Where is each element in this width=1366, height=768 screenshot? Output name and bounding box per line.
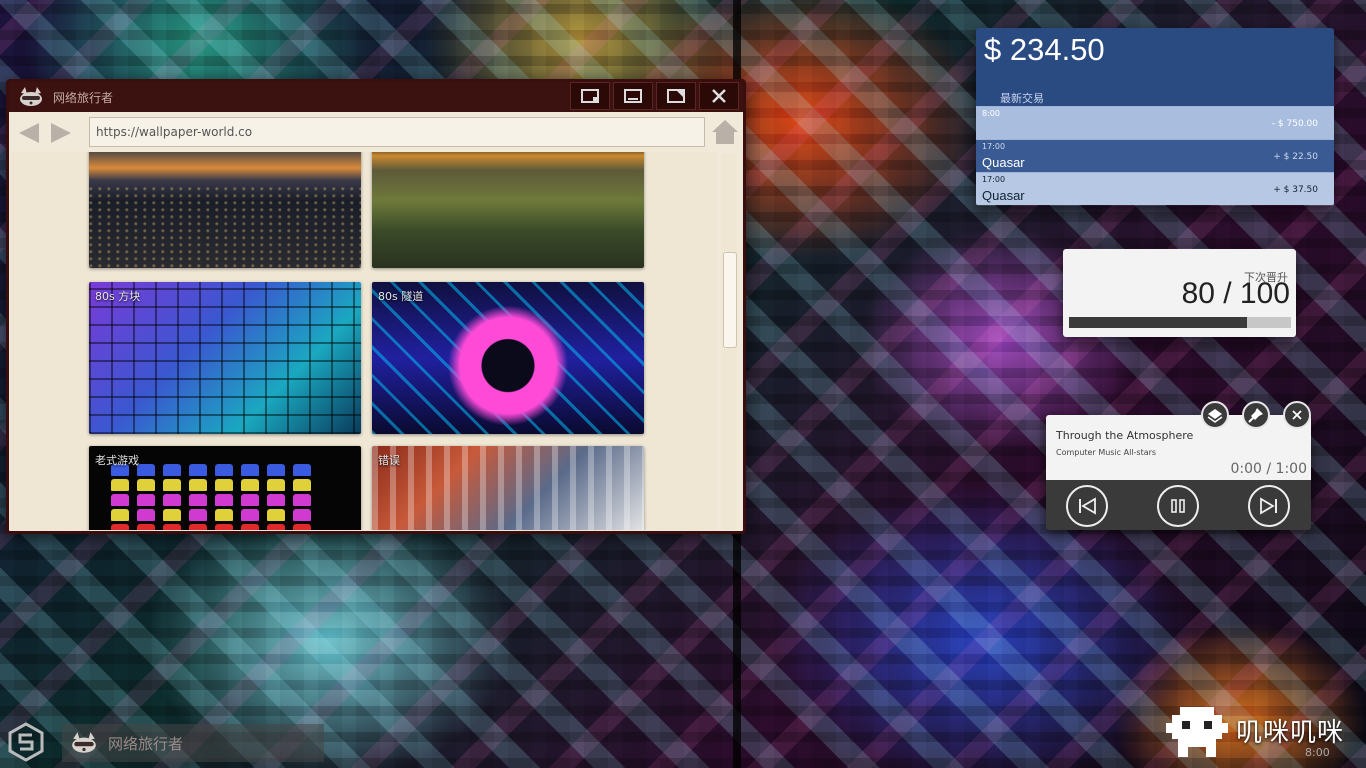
back-button[interactable]	[11, 118, 45, 148]
wallpaper-gallery: 80s 方块 80s 隧道 老式游戏 错误	[11, 152, 717, 530]
pause-button[interactable]	[1157, 485, 1199, 527]
close-icon	[1292, 410, 1302, 420]
transaction-row: 8:00 - $ 750.00	[976, 106, 1334, 139]
scrollbar-thumb[interactable]	[723, 252, 737, 348]
transaction-time: 8:00	[982, 109, 1000, 118]
promotion-progress-fill	[1069, 317, 1247, 328]
transaction-name: Quasar	[982, 188, 1025, 203]
skip-forward-icon	[1260, 497, 1277, 515]
track-time: 0:00 / 1:00	[1230, 461, 1308, 477]
transaction-row: 17:00 Quasar + $ 22.50	[976, 139, 1334, 172]
raccoon-icon	[70, 732, 98, 754]
close-button[interactable]	[699, 82, 739, 110]
start-menu-button[interactable]	[6, 722, 46, 762]
restore-icon	[581, 89, 599, 103]
pause-icon	[1171, 499, 1185, 513]
transaction-time: 17:00	[982, 142, 1006, 151]
transaction-amount: + $ 37.50	[1273, 185, 1318, 195]
url-input[interactable]	[89, 117, 705, 147]
wallpaper-tile-80s-blocks[interactable]: 80s 方块	[89, 282, 361, 434]
minimize-icon	[624, 89, 642, 103]
close-icon	[712, 89, 726, 103]
maximize-button[interactable]	[656, 82, 696, 110]
wallpaper-tile-error[interactable]: 错误	[372, 446, 644, 530]
browser-title: 网络旅行者	[53, 90, 114, 105]
home-icon	[712, 120, 738, 144]
wallet-widget: $ 234.50 最新交易 8:00 - $ 750.00 17:00 Quas…	[976, 28, 1334, 206]
browser-window: 网络旅行者 https://wallpaper-world.co 80s 方块 …	[6, 79, 746, 534]
player-close-button[interactable]	[1283, 401, 1311, 429]
space-invaders-art	[111, 464, 341, 530]
promotion-progress-bar	[1069, 317, 1291, 328]
tile-label: 错误	[378, 454, 400, 467]
arrow-left-icon	[19, 123, 39, 143]
maximize-icon	[667, 89, 685, 103]
system-logo-icon	[8, 722, 44, 762]
minimize-button[interactable]	[613, 82, 653, 110]
tile-label: 80s 方块	[95, 290, 141, 303]
transaction-name: Quasar	[982, 155, 1025, 170]
wallpaper-tile-retro-games[interactable]: 老式游戏	[89, 446, 361, 530]
pin-button[interactable]	[1242, 401, 1270, 429]
transaction-amount: - $ 750.00	[1271, 119, 1318, 129]
previous-track-button[interactable]	[1066, 485, 1108, 527]
forward-button[interactable]	[45, 118, 79, 148]
next-track-button[interactable]	[1248, 485, 1290, 527]
wallpaper-tile-landscape[interactable]	[372, 152, 644, 268]
wallet-balance: $ 234.50	[984, 32, 1105, 67]
music-player: Through the Atmosphere Computer Music Al…	[1046, 415, 1311, 530]
recent-transactions-label: 最新交易	[1000, 92, 1044, 105]
browser-titlebar[interactable]: 网络旅行者	[9, 82, 743, 112]
transaction-row: 17:00 Quasar + $ 37.50	[976, 172, 1334, 205]
address-bar	[11, 115, 741, 151]
layers-button[interactable]	[1201, 401, 1229, 429]
home-button[interactable]	[709, 115, 741, 149]
taskbar-item-browser[interactable]: 网络旅行者	[62, 724, 324, 762]
layers-icon	[1207, 409, 1223, 423]
promotion-widget: 下次晋升 80 / 100	[1063, 249, 1296, 337]
arrow-right-icon	[51, 123, 71, 143]
clock: 8:00	[1305, 746, 1330, 759]
promotion-value: 80 / 100	[1181, 277, 1290, 310]
wallpaper-tile-80s-tunnel[interactable]: 80s 隧道	[372, 282, 644, 434]
track-title: Through the Atmosphere	[1056, 429, 1194, 442]
skip-back-icon	[1079, 497, 1096, 515]
tile-label: 老式游戏	[95, 454, 139, 467]
tile-label: 80s 隧道	[378, 290, 424, 303]
restore-button[interactable]	[570, 82, 610, 110]
track-artist: Computer Music All-stars	[1056, 448, 1157, 457]
transaction-time: 17:00	[982, 175, 1006, 184]
wallpaper-tile-city-dusk[interactable]	[89, 152, 361, 268]
raccoon-icon	[17, 86, 45, 108]
mascot-text: 叽咪叽咪	[1236, 718, 1345, 748]
transaction-amount: + $ 22.50	[1273, 152, 1318, 162]
pin-icon	[1248, 408, 1263, 423]
taskbar-item-label: 网络旅行者	[108, 734, 184, 753]
mascot-logo-icon	[1166, 705, 1228, 759]
